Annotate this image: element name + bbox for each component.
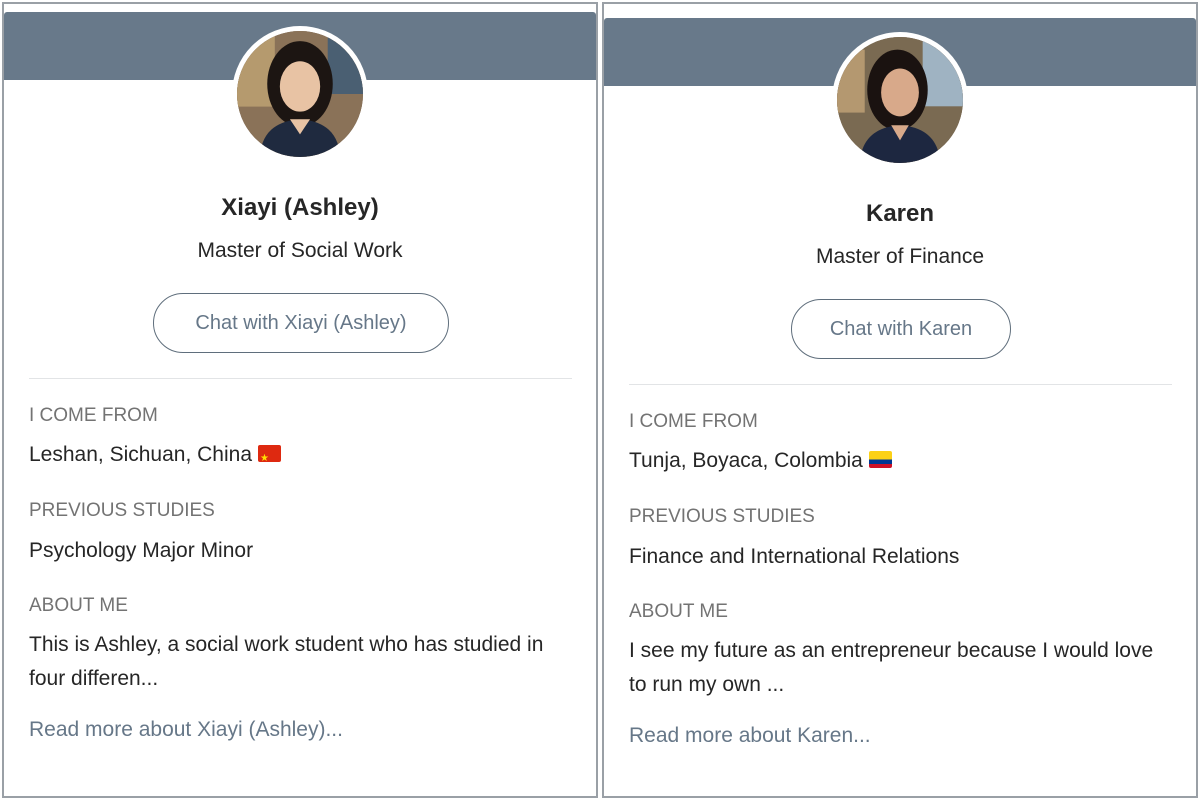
profile-name: Xiayi (Ashley) [221,194,379,221]
avatar [832,32,968,168]
about-label: ABOUT ME [29,595,128,616]
studies-label: PREVIOUS STUDIES [629,506,815,527]
studies-value: Finance and International Relations [629,545,960,568]
about-label: ABOUT ME [629,601,728,622]
avatar [232,26,368,162]
profile-card: Xiayi (Ashley) Master of Social Work Cha… [4,12,596,796]
profile-program: Master of Social Work [197,239,403,262]
from-value-row: Tunja, Boyaca, Colombia [629,444,1156,478]
profile-card: Karen Master of Finance Chat with Karen … [604,18,1196,796]
from-value: Tunja, Boyaca, Colombia [629,449,863,472]
read-more-link[interactable]: Read more about Karen... [629,724,871,748]
read-more-link[interactable]: Read more about Xiayi (Ashley)... [29,718,343,742]
profile-card-frame-karen: Karen Master of Finance Chat with Karen … [602,2,1198,798]
colombia-flag-icon [868,451,892,468]
studies-value: Psychology Major Minor [29,539,254,562]
chat-button[interactable]: Chat with Karen [791,299,1011,359]
avatar-photo [837,37,963,163]
from-label: I COME FROM [629,411,758,432]
from-value-row: Leshan, Sichuan, China [29,438,556,472]
profile-card-frame-xiayi: Xiayi (Ashley) Master of Social Work Cha… [2,2,598,798]
from-label: I COME FROM [29,405,158,426]
divider [29,378,572,379]
about-value: I see my future as an entrepreneur becau… [629,639,1154,696]
about-value: This is Ashley, a social work student wh… [29,633,544,690]
china-flag-icon [258,445,281,462]
profile-program: Master of Finance [815,245,985,268]
chat-button[interactable]: Chat with Xiayi (Ashley) [153,293,449,353]
studies-label: PREVIOUS STUDIES [29,500,215,521]
from-value: Leshan, Sichuan, China [29,443,252,466]
avatar-photo [237,31,363,157]
profile-name: Karen [865,200,935,227]
divider [629,384,1172,385]
